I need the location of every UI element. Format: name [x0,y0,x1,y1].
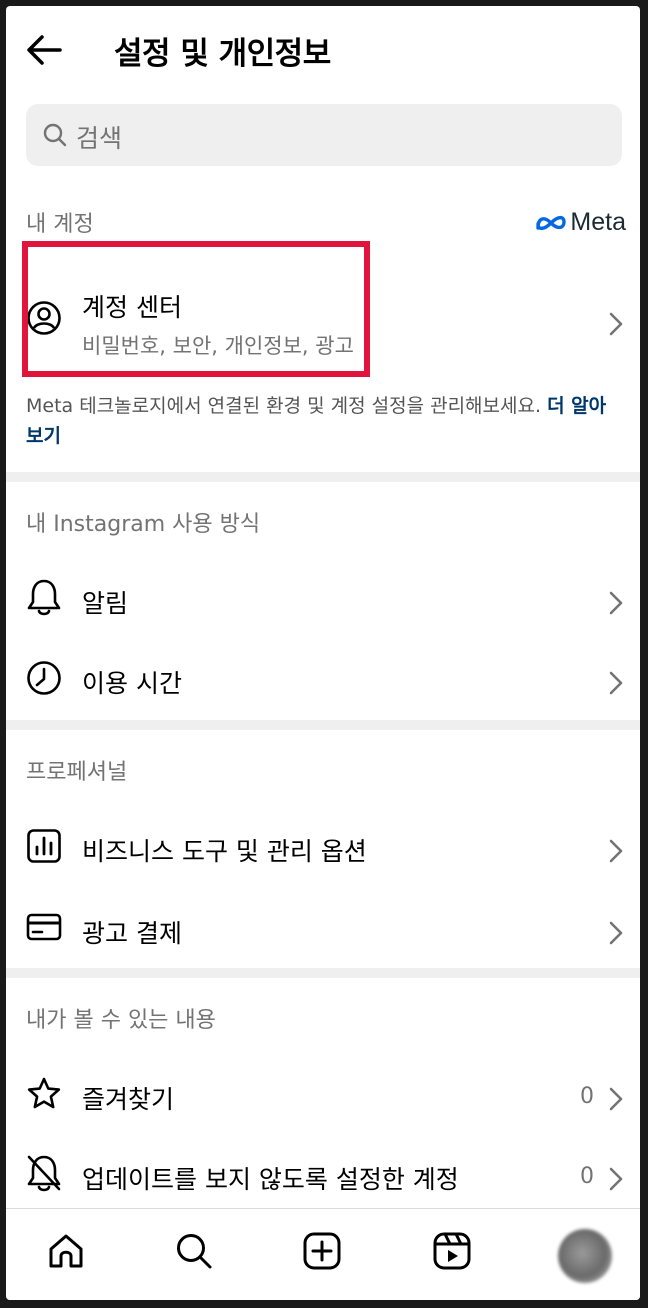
reels-icon[interactable] [432,1231,472,1271]
chevron-right-icon [609,591,623,615]
clock-icon [27,661,61,695]
favorites-label: 즐겨찾기 [82,1085,175,1114]
section-label-content: 내가 볼 수 있는 내용 [26,1008,216,1033]
search-icon [43,123,67,147]
profile-avatar[interactable] [558,1229,612,1283]
star-icon [27,1077,61,1109]
chevron-right-icon [609,1087,623,1111]
credit-card-icon [26,913,62,941]
chevron-right-icon [609,312,623,336]
section-label-my-account: 내 계정 [26,212,94,237]
search-input[interactable]: 검색 [26,104,622,166]
back-arrow-icon[interactable] [24,32,64,68]
section-divider [6,720,640,730]
chevron-right-icon [609,1167,623,1191]
ad-payments-label: 광고 결제 [82,919,182,948]
chevron-right-icon [609,671,623,695]
description-text: Meta 테크놀로지에서 연결된 환경 및 계정 설정을 관리해보세요. [26,395,542,417]
section-divider [6,968,640,978]
insights-chart-icon [27,829,61,863]
chevron-right-icon [609,921,623,945]
time-spent-row[interactable]: 이용 시간 [6,638,640,718]
page-title: 설정 및 개인정보 [114,36,331,72]
bell-icon [27,579,61,616]
ad-payments-row[interactable]: 광고 결제 [6,886,640,968]
bottom-navigation [6,1208,640,1300]
business-tools-row[interactable]: 비즈니스 도구 및 관리 옵션 [6,804,640,886]
settings-screen: 설정 및 개인정보 검색 내 계정 Meta 계정 센터 비밀번호, 보안, 개… [6,6,640,1300]
search-placeholder: 검색 [76,124,123,153]
notifications-row[interactable]: 알림 [6,558,640,638]
notifications-label: 알림 [82,589,129,618]
favorites-row[interactable]: 즐겨찾기 0 [6,1052,640,1134]
muted-accounts-row[interactable]: 업데이트를 보지 않도록 설정한 계정 0 [6,1134,640,1208]
account-description: Meta 테크놀로지에서 연결된 환경 및 계정 설정을 관리해보세요. 더 알… [26,391,616,451]
chevron-right-icon [609,839,623,863]
create-post-icon[interactable] [302,1231,342,1271]
section-label-professional: 프로페셔널 [26,760,128,785]
bell-off-icon [27,1155,61,1192]
search-icon[interactable] [174,1231,214,1271]
meta-brand-text: Meta [570,208,626,236]
section-label-usage: 내 Instagram 사용 방식 [26,512,261,537]
business-tools-label: 비즈니스 도구 및 관리 옵션 [82,837,367,866]
muted-accounts-label: 업데이트를 보지 않도록 설정한 계정 [82,1165,459,1194]
meta-infinity-icon [536,215,567,230]
muted-accounts-count: 0 [580,1164,594,1189]
meta-logo: Meta [534,208,626,237]
favorites-count: 0 [580,1084,594,1109]
home-icon[interactable] [46,1231,86,1271]
highlight-box [22,241,370,377]
section-divider [6,472,640,482]
time-spent-label: 이용 시간 [82,669,182,698]
